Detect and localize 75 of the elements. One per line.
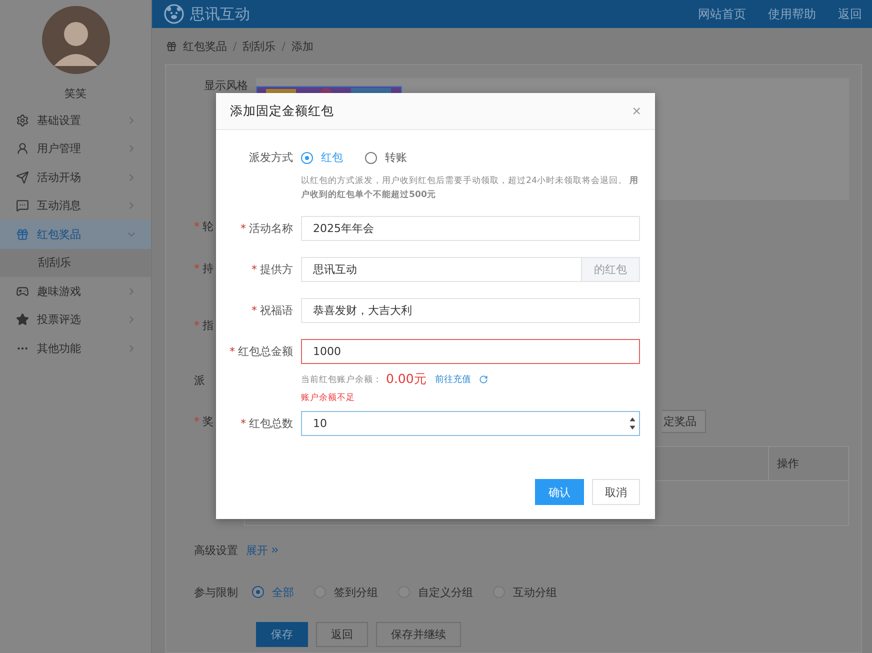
- field-label: * 红包总数: [240, 416, 293, 431]
- required-mark: *: [194, 220, 200, 232]
- double-chevron-icon: [270, 545, 280, 555]
- form-button[interactable]: 返回: [316, 622, 368, 647]
- radio-option[interactable]: 转账: [365, 150, 407, 165]
- breadcrumb-item: 添加: [291, 38, 314, 54]
- form-label: 高级设置: [194, 542, 238, 558]
- chat-icon: [16, 199, 29, 212]
- sidebar-item[interactable]: 基础设置: [0, 106, 151, 134]
- nav-link[interactable]: 返回: [838, 6, 862, 22]
- input-field[interactable]: 思讯互动: [301, 257, 581, 282]
- sidebar-item[interactable]: 红包奖品: [0, 220, 151, 248]
- radio-option[interactable]: 红包: [301, 150, 343, 165]
- radio-option[interactable]: 签到分组: [314, 584, 378, 600]
- sidebar-item[interactable]: 用户管理: [0, 134, 151, 163]
- input-field[interactable]: 2025年年会: [301, 216, 640, 241]
- balance-amount: 0.00元: [386, 371, 427, 388]
- input-field[interactable]: 1000: [301, 339, 640, 364]
- settings-icon: [16, 114, 29, 127]
- error-message: 账户余额不足: [301, 392, 356, 404]
- nav-link[interactable]: 使用帮助: [768, 6, 816, 22]
- expand-link[interactable]: 展开: [246, 542, 280, 558]
- user-name: 笑笑: [64, 86, 88, 102]
- required-mark: *: [194, 262, 200, 274]
- breadcrumb-separator: /: [233, 40, 237, 52]
- sidebar-item[interactable]: 其他功能: [0, 334, 151, 362]
- sidebar-subitem[interactable]: 刮刮乐: [0, 248, 151, 277]
- sidebar-item[interactable]: 趣味游戏: [0, 277, 151, 306]
- field-label: 派发方式: [248, 150, 293, 165]
- cancel-button[interactable]: 取消: [592, 479, 640, 505]
- star-icon: [16, 313, 29, 326]
- form-button[interactable]: 保存并继续: [376, 622, 461, 647]
- gift-icon: [16, 228, 29, 241]
- sidebar-item[interactable]: 投票评选: [0, 306, 151, 334]
- input-field[interactable]: 恭喜发财，大吉大利: [301, 298, 640, 323]
- radio-option[interactable]: 自定义分组: [398, 584, 473, 600]
- gift-icon: [166, 40, 177, 52]
- form-label: 显示风格: [203, 78, 248, 93]
- confirm-button[interactable]: 确认: [535, 479, 584, 505]
- radio-option[interactable]: 全部: [252, 584, 294, 600]
- field-label: * 活动名称: [240, 221, 293, 236]
- breadcrumb-item[interactable]: 红包奖品: [183, 38, 227, 54]
- form-label: 奖: [202, 414, 214, 429]
- breadcrumb-item[interactable]: 刮刮乐: [242, 38, 276, 54]
- user-icon: [16, 142, 29, 156]
- form-label: 派: [194, 372, 205, 388]
- breadcrumb-separator: /: [282, 40, 286, 52]
- field-label: * 提供方: [250, 262, 293, 277]
- nav-link[interactable]: 网站首页: [698, 6, 746, 22]
- bear-logo-icon: [164, 4, 184, 24]
- add-prize-button[interactable]: 定奖品: [662, 410, 706, 433]
- required-mark: *: [194, 415, 200, 428]
- field-label: * 红包总金额: [228, 344, 293, 359]
- form-label: 指: [202, 318, 214, 332]
- input-suffix: 的红包: [581, 257, 640, 282]
- form-label: 参与限制: [194, 584, 238, 600]
- brand-name: 思讯互动: [190, 4, 251, 24]
- sidebar-item[interactable]: 互动消息: [0, 192, 151, 220]
- avatar: [42, 6, 110, 74]
- paper-plane-icon: [16, 170, 29, 184]
- close-button[interactable]: ×: [632, 102, 641, 120]
- game-icon: [16, 284, 29, 298]
- hint-text: 以红包的方式派发，用户收到红包后需要手动领取，超过24小时未领取将会退回。 用户收到的红包单个不能超过500元: [301, 174, 640, 202]
- refresh-icon[interactable]: [478, 375, 488, 384]
- sidebar-item[interactable]: 活动开场: [0, 163, 151, 192]
- field-label: * 祝福语: [250, 303, 293, 318]
- dialog-title: 添加固定金额红包: [230, 102, 334, 120]
- form-button[interactable]: 保存: [256, 622, 308, 647]
- form-label: 轮: [202, 218, 214, 234]
- recharge-link[interactable]: 前往充值: [434, 373, 471, 386]
- column-header: 操作: [768, 447, 848, 480]
- form-label: 持: [202, 260, 214, 276]
- required-mark: *: [194, 318, 200, 332]
- balance-label: 当前红包账户余额：: [301, 374, 382, 386]
- radio-option[interactable]: 互动分组: [493, 584, 557, 600]
